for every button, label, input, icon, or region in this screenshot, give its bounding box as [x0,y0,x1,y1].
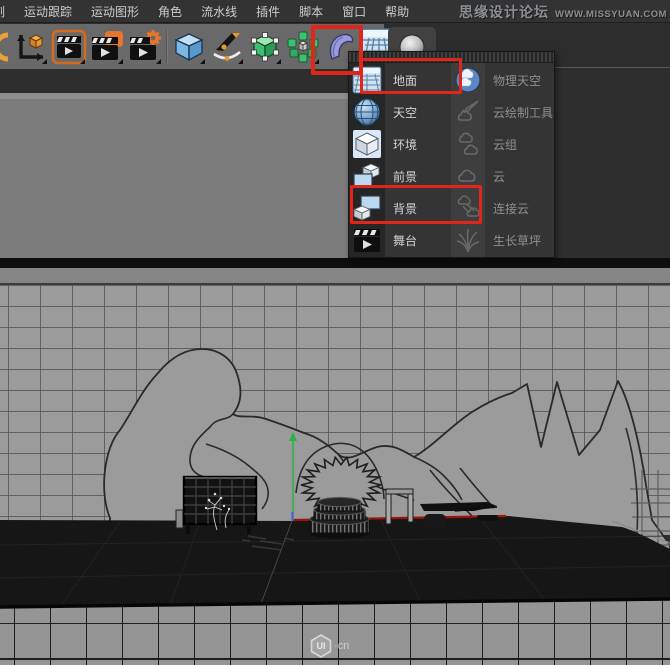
menu-item-floor-label: 地面 [393,72,417,89]
site-watermark: 思缘设计论坛 WWW.MISSYUAN.COM [459,2,667,22]
menu-item-character[interactable]: 角色 [158,3,182,20]
submenu-item-physical-sky-label: 物理天空 [493,72,541,89]
cloud-paint-icon [451,98,485,126]
submenu-item-cloud-paint[interactable]: 云绘制工具 [451,96,556,128]
clapperboard-record-icon[interactable] [50,27,88,67]
toolbar [0,24,670,69]
viewport-3d[interactable] [0,268,670,665]
toolbar-icon-strip [0,24,384,69]
submenu-item-physical-sky[interactable]: 物理天空 [451,64,556,96]
background-icon [349,193,385,223]
menu-item-help[interactable]: 帮助 [385,3,409,20]
rotate-tool-icon[interactable] [0,27,12,67]
menu-item-background-label: 背景 [393,200,417,217]
toolbar-separator [166,30,168,64]
site-watermark-url: WWW.MISSYUAN.COM [555,9,667,20]
menu-grip-texture [349,52,554,63]
uicn-suffix-text: ·cn [334,640,349,652]
menu-item-plugins[interactable]: 插件 [256,3,280,20]
submenu-item-connect-cloud[interactable]: 连接云 [451,192,556,224]
submenu-item-cloud-paint-label: 云绘制工具 [493,104,553,121]
submenu-item-cloud-group[interactable]: 云组 [451,128,556,160]
stage-icon [349,226,385,254]
uicn-badge-text: UI [317,641,326,651]
submenu-item-connect-cloud-label: 连接云 [493,200,529,217]
menu-item-stage-label: 舞台 [393,232,417,249]
submenu-item-cloud-label: 云 [493,168,505,185]
physical-sky-icon [451,66,485,94]
viewport-top-band [0,268,670,284]
panel-divider-line [555,67,670,68]
grass-icon [451,226,485,254]
menu-item-sky-label: 天空 [393,104,417,121]
submenu-item-grass-label: 生长草坪 [493,232,541,249]
cube-primitive-icon[interactable] [170,27,208,67]
submenu-item-cloud[interactable]: 云 [451,160,556,192]
submenu-item-grass[interactable]: 生长草坪 [451,224,556,256]
move-axis-icon[interactable] [12,27,50,67]
clapperboard-keyframe-icon[interactable] [88,27,126,67]
foreground-icon [349,161,385,191]
viewport-top-divider [0,258,670,268]
empty-gray-panel [0,93,348,258]
site-watermark-cn: 思缘设计论坛 [459,2,549,22]
menu-item-motion-tracking[interactable]: 运动跟踪 [24,3,72,20]
cloud-icon [451,162,485,190]
environment-dropdown-menu: 地面 天空 环境 前景 背景 [348,51,555,258]
menu-item-sculpt[interactable]: 刻 [0,3,5,20]
array-mograph-icon[interactable] [284,27,322,67]
uicn-hexagon-icon: UI [310,634,332,658]
cloud-group-icon [451,130,485,158]
menu-item-window[interactable]: 窗口 [342,3,366,20]
menu-item-foreground-label: 前景 [393,168,417,185]
submenu-item-cloud-group-label: 云组 [493,136,517,153]
clapperboard-gear-icon[interactable] [126,27,164,67]
menu-item-pipeline[interactable]: 流水线 [201,3,237,20]
pen-spline-icon[interactable] [208,27,246,67]
environment-icon [349,129,385,159]
sky-icon [349,97,385,127]
tiered-cylinder-object [310,497,369,538]
menu-item-script[interactable]: 脚本 [299,3,323,20]
menu-item-mograph[interactable]: 运动图形 [91,3,139,20]
connect-cloud-icon [451,194,485,222]
subdivision-surface-icon[interactable] [246,27,284,67]
uicn-watermark: UI ·cn [310,634,349,658]
menu-item-environment-label: 环境 [393,136,417,153]
floor-icon [349,66,385,94]
